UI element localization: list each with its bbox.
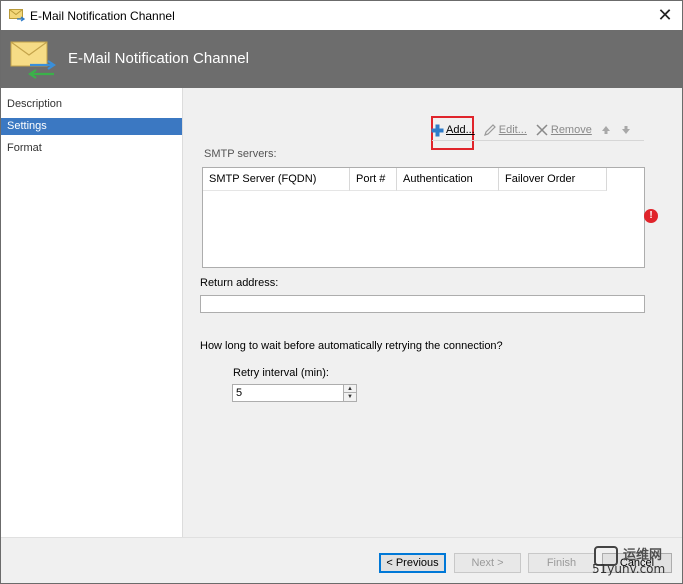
- edit-button-label: Edit...: [498, 124, 527, 136]
- column-header-failover-order[interactable]: Failover Order: [499, 168, 607, 191]
- add-button[interactable]: Add...: [431, 124, 475, 137]
- column-header-smtp-server[interactable]: SMTP Server (FQDN): [203, 168, 350, 191]
- window-title: E-Mail Notification Channel: [30, 9, 175, 23]
- edit-button[interactable]: Edit...: [483, 123, 527, 137]
- toolbar-divider: [432, 140, 644, 141]
- retry-interval-label: Retry interval (min):: [233, 367, 329, 379]
- close-button[interactable]: ✕: [648, 1, 682, 30]
- smtp-servers-table[interactable]: SMTP Server (FQDN) Port # Authentication…: [202, 167, 645, 268]
- title-bar: E-Mail Notification Channel ✕: [1, 1, 682, 30]
- remove-x-icon: [536, 124, 548, 136]
- remove-button-label: Remove: [550, 124, 592, 136]
- return-address-input[interactable]: [200, 295, 645, 313]
- spin-up-icon[interactable]: ▲: [343, 385, 356, 393]
- settings-panel: Add... Edit... Remove SMTP servers: SMTP…: [183, 88, 682, 537]
- watermark-bottom-text: 51yunv.com: [592, 562, 666, 576]
- retry-question-text: How long to wait before automatically re…: [200, 340, 503, 352]
- add-button-label: Add...: [446, 124, 475, 136]
- nav-item-settings[interactable]: Settings: [1, 118, 182, 135]
- watermark-top-text: 运维网: [623, 548, 663, 563]
- arrow-up-icon: [601, 126, 610, 134]
- arrow-down-icon: [621, 126, 630, 134]
- site-watermark: 运维网 51yunv.com: [592, 544, 680, 582]
- return-address-label: Return address:: [200, 277, 279, 289]
- nav-item-format[interactable]: Format: [1, 140, 182, 157]
- move-down-button[interactable]: [620, 124, 632, 136]
- next-button[interactable]: Next >: [454, 553, 521, 573]
- navigation-pane: Description Settings Format: [1, 88, 183, 537]
- validation-error-icon: !: [644, 209, 658, 223]
- finish-button[interactable]: Finish: [528, 553, 595, 573]
- previous-button[interactable]: < Previous: [379, 553, 446, 573]
- pencil-icon: [483, 124, 496, 136]
- smtp-toolbar: Add... Edit... Remove: [431, 120, 640, 140]
- remove-button[interactable]: Remove: [535, 123, 592, 137]
- wizard-footer: < Previous Next > Finish Cancel: [1, 537, 682, 583]
- header-banner: E-Mail Notification Channel: [1, 30, 682, 88]
- column-header-authentication[interactable]: Authentication: [397, 168, 499, 191]
- retry-interval-value[interactable]: 5: [236, 387, 242, 399]
- envelope-arrows-icon: [10, 41, 56, 79]
- dialog-window: E-Mail Notification Channel ✕ E-Mail Not…: [0, 0, 683, 584]
- column-header-port[interactable]: Port #: [350, 168, 397, 191]
- envelope-icon: [9, 9, 25, 22]
- nav-item-description[interactable]: Description: [1, 96, 182, 113]
- plus-icon: [431, 124, 444, 136]
- smtp-servers-label: SMTP servers:: [204, 148, 277, 160]
- spin-down-icon[interactable]: ▼: [343, 393, 356, 401]
- move-up-button[interactable]: [600, 124, 612, 136]
- close-icon: ✕: [657, 5, 673, 26]
- retry-interval-stepper[interactable]: 5 ▲ ▼: [232, 384, 357, 402]
- banner-title: E-Mail Notification Channel: [68, 50, 249, 67]
